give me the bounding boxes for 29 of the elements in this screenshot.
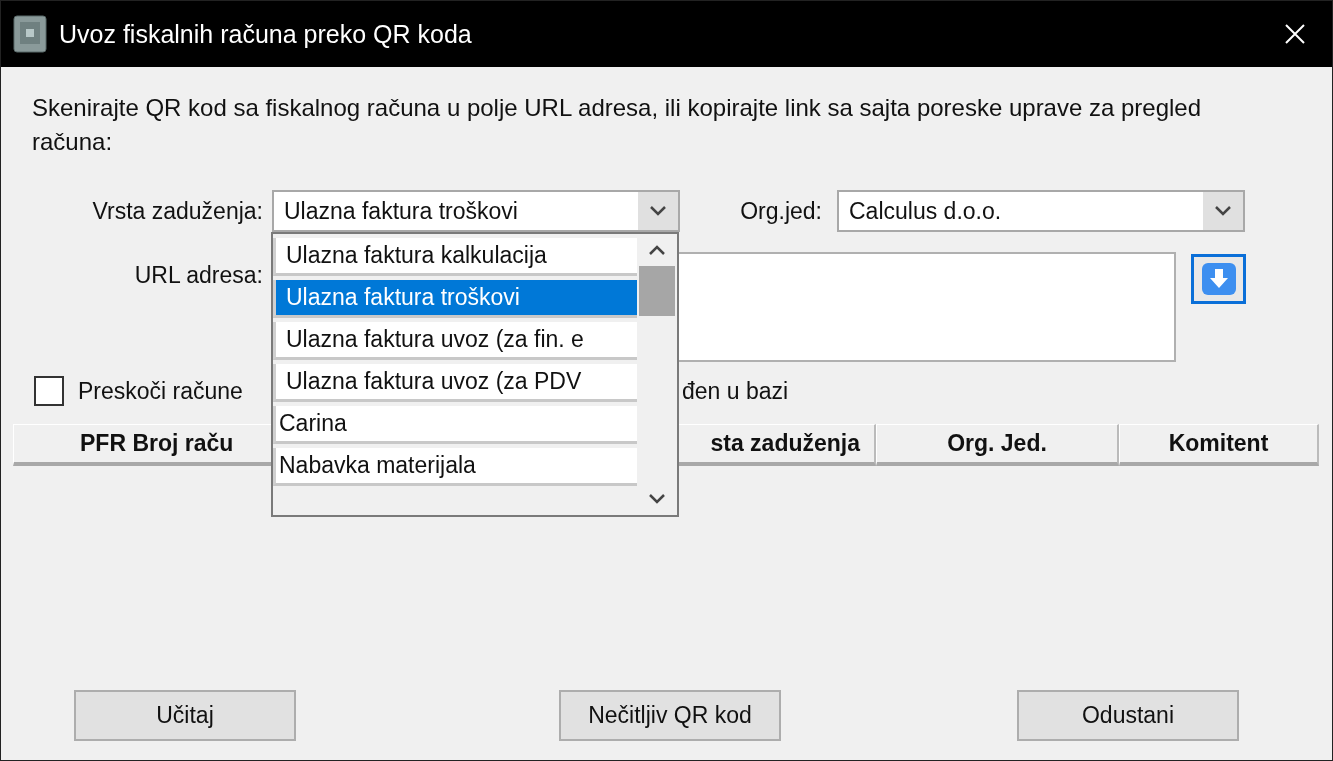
dropdown-item[interactable]: Ulazna faktura uvoz (za fin. e — [273, 322, 637, 360]
checkbox[interactable] — [34, 376, 64, 406]
caret-icon[interactable] — [649, 205, 667, 217]
scroll-thumb[interactable] — [639, 266, 675, 316]
instructions-text: Skenirajte QR kod sa fiskalnog računa u polje URL adresa, ili kopirajte link sa sajta poreske uprave za pregled računa: — [32, 93, 1203, 157]
scroll-down-icon[interactable] — [648, 493, 666, 505]
dropdown-item[interactable]: Ulazna faktura troškovi — [273, 280, 637, 318]
scroll-up-icon[interactable] — [648, 244, 666, 256]
checkbox-label: Preskoči račune — [78, 377, 243, 405]
dialog-button[interactable]: Nečitljiv QR kod — [559, 690, 781, 741]
close-icon[interactable] — [1284, 23, 1306, 45]
column-header[interactable]: Org. Jed. — [876, 424, 1119, 466]
app-icon — [13, 15, 47, 53]
column-header[interactable]: Komitent — [1119, 424, 1319, 466]
download-button[interactable] — [1191, 254, 1246, 304]
field-label: Vrsta zaduženja: — [91, 197, 263, 225]
dropdown-item[interactable]: Ulazna faktura uvoz (za PDV — [273, 364, 637, 402]
checkbox-label: đen u bazi — [682, 377, 790, 405]
dropdown-item[interactable]: Ulazna faktura kalkulacija — [273, 238, 637, 276]
field-label: Org.jed: — [739, 197, 822, 225]
charge-type-dropdown[interactable]: Ulazna faktura troškovi — [272, 190, 680, 232]
org-unit-dropdown[interactable]: Calculus d.o.o. — [837, 190, 1245, 232]
dropdown-item[interactable]: Nabavka materijala — [273, 448, 637, 486]
caret-icon[interactable] — [1214, 205, 1232, 217]
dialog-button[interactable]: Učitaj — [74, 690, 296, 741]
field-label: URL adresa: — [133, 261, 263, 289]
dropdown-item[interactable]: Carina — [273, 406, 637, 444]
dialog-button[interactable]: Odustani — [1017, 690, 1239, 741]
window-title: Uvoz fiskalnih računa preko QR koda — [59, 19, 473, 49]
